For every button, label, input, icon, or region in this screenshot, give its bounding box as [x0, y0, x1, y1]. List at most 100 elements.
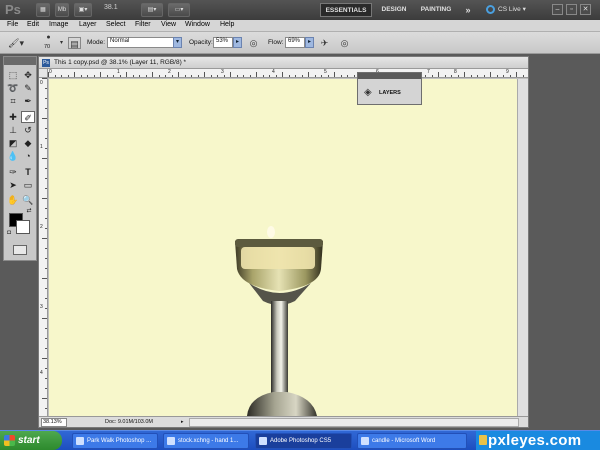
- tray-icon[interactable]: [479, 435, 487, 445]
- ruler-tick: [45, 368, 47, 369]
- close-button[interactable]: ✕: [580, 4, 591, 15]
- brush-preset-icon[interactable]: 🖌▾: [6, 37, 26, 49]
- menu-edit[interactable]: Edit: [27, 21, 39, 28]
- quick-mask-button[interactable]: [13, 245, 27, 255]
- workspace-essentials[interactable]: ESSENTIALS: [320, 3, 372, 17]
- eraser-tool-icon[interactable]: ◩: [6, 137, 20, 149]
- opacity-pressure-icon[interactable]: ◎: [247, 37, 260, 49]
- brush-tool-icon[interactable]: ✐: [21, 111, 35, 123]
- dodge-tool-icon[interactable]: ◔: [21, 150, 35, 162]
- lasso-tool-icon[interactable]: ➰: [6, 82, 20, 94]
- flow-input[interactable]: 69%: [285, 37, 305, 48]
- opacity-input[interactable]: 53%: [213, 37, 233, 48]
- shape-tool-icon[interactable]: ▭: [21, 179, 35, 191]
- layers-panel-header[interactable]: [358, 73, 421, 79]
- quick-selection-tool-icon[interactable]: ✎: [21, 82, 35, 94]
- mini-bridge-button[interactable]: Mb: [55, 3, 69, 17]
- ruler-tick: [171, 75, 173, 77]
- taskbar-item-park-walk[interactable]: Park Walk Photoshop ...: [72, 433, 158, 449]
- flow-slider-arrow[interactable]: ▸: [305, 37, 314, 48]
- ruler-tick: [45, 108, 47, 109]
- blur-tool-icon[interactable]: 💧: [6, 150, 20, 162]
- tools-panel-header[interactable]: [4, 57, 36, 65]
- layers-panel-label[interactable]: LAYERS: [379, 90, 401, 96]
- menu-file[interactable]: File: [7, 21, 18, 28]
- vertical-ruler[interactable]: 0 1 2 3 4: [39, 78, 48, 418]
- tablet-pressure-size-icon[interactable]: ◎: [338, 37, 351, 49]
- taskbar-item-word[interactable]: candle - Microsoft Word: [357, 433, 467, 449]
- ruler-tick: [45, 248, 47, 249]
- horizontal-ruler[interactable]: 0 1 2 3 4 5 6 7 8 9: [48, 69, 528, 78]
- arrange-documents-button[interactable]: ▤▾: [141, 3, 163, 17]
- document-canvas[interactable]: [49, 79, 517, 416]
- swap-colors-icon[interactable]: ⇄: [24, 207, 34, 215]
- menu-filter[interactable]: Filter: [135, 21, 151, 28]
- restore-button[interactable]: ▫: [566, 4, 577, 15]
- ruler-origin[interactable]: [39, 69, 48, 78]
- view-extras-button[interactable]: ▣▾: [74, 3, 92, 17]
- menu-view[interactable]: View: [161, 21, 176, 28]
- task-label: Adobe Photoshop CS5: [270, 438, 332, 444]
- ruler-tick: [42, 238, 47, 239]
- taskbar-item-stock-xchng[interactable]: stock.xchng - hand 1...: [163, 433, 249, 449]
- ruler-tick: [464, 72, 465, 77]
- menu-image[interactable]: Image: [49, 21, 68, 28]
- brush-size-label[interactable]: 70: [44, 44, 50, 50]
- ruler-top-label: 0: [49, 69, 52, 75]
- healing-brush-tool-icon[interactable]: ✚: [6, 111, 20, 123]
- launch-bridge-button[interactable]: ▦: [36, 3, 50, 17]
- minimize-button[interactable]: –: [552, 4, 563, 15]
- ruler-tick: [119, 75, 121, 77]
- ruler-left-label: 3: [40, 304, 43, 310]
- horizontal-scrollbar[interactable]: [189, 418, 519, 427]
- brush-picker-arrow-icon[interactable]: ▾: [55, 37, 68, 49]
- task-label: stock.xchng - hand 1...: [178, 438, 239, 444]
- ruler-tick: [45, 268, 47, 269]
- vertical-scrollbar[interactable]: [517, 79, 528, 416]
- marquee-tool-icon[interactable]: ⬚: [6, 69, 20, 81]
- screen-mode-button[interactable]: ▭▾: [168, 3, 190, 17]
- start-button[interactable]: start: [0, 431, 62, 450]
- opacity-slider-arrow[interactable]: ▸: [233, 37, 242, 48]
- opacity-label: Opacity:: [189, 39, 213, 46]
- pen-tool-icon[interactable]: ✑: [6, 166, 20, 178]
- document-ps-icon: Ps: [42, 59, 50, 67]
- hand-tool-icon[interactable]: ✋: [6, 194, 20, 206]
- status-zoom-field[interactable]: 38.13%: [41, 418, 67, 427]
- crop-tool-icon[interactable]: ⌗: [6, 95, 20, 107]
- layers-icon[interactable]: ◈: [364, 88, 374, 98]
- mode-select[interactable]: Normal: [107, 37, 174, 48]
- menu-layer[interactable]: Layer: [79, 21, 97, 28]
- task-label: Park Walk Photoshop ...: [87, 438, 152, 444]
- document-tab[interactable]: Ps This 1 copy.psd @ 38.1% (Layer 11, RG…: [39, 57, 528, 69]
- type-tool-icon[interactable]: T: [21, 166, 35, 178]
- gradient-tool-icon[interactable]: ◆: [21, 137, 35, 149]
- airbrush-icon[interactable]: ✈: [318, 37, 331, 49]
- zoom-level-display[interactable]: 38.1: [104, 4, 118, 11]
- path-selection-tool-icon[interactable]: ➤: [6, 179, 20, 191]
- taskbar-item-photoshop[interactable]: Adobe Photoshop CS5: [255, 433, 352, 449]
- ruler-top-label: 9: [506, 69, 509, 75]
- brush-panel-toggle-icon[interactable]: ▤: [68, 37, 81, 49]
- eyedropper-tool-icon[interactable]: ✒: [21, 95, 35, 107]
- ruler-tick: [210, 75, 212, 77]
- move-tool-icon[interactable]: ✥: [21, 69, 35, 81]
- ruler-tick: [45, 128, 47, 129]
- history-brush-tool-icon[interactable]: ↺: [21, 124, 35, 136]
- ruler-tick: [275, 75, 277, 77]
- zoom-tool-icon[interactable]: 🔍: [21, 194, 35, 206]
- ruler-tick: [45, 148, 47, 149]
- status-menu-arrow-icon[interactable]: ▸: [181, 419, 184, 425]
- mode-dropdown-arrow[interactable]: ▾: [173, 37, 182, 48]
- menu-help[interactable]: Help: [220, 21, 234, 28]
- default-colors-icon[interactable]: ◘: [5, 229, 13, 237]
- workspace-design[interactable]: DESIGN: [376, 3, 412, 17]
- workspace-painting[interactable]: PAINTING: [416, 3, 456, 17]
- menu-window[interactable]: Window: [185, 21, 210, 28]
- ruler-tick: [470, 75, 472, 77]
- more-workspaces-button[interactable]: »: [460, 3, 476, 17]
- background-color-swatch[interactable]: [16, 220, 30, 234]
- clone-stamp-tool-icon[interactable]: ⊥: [6, 124, 20, 136]
- cs-live-button[interactable]: CS Live ▾: [486, 3, 526, 17]
- menu-select[interactable]: Select: [106, 21, 125, 28]
